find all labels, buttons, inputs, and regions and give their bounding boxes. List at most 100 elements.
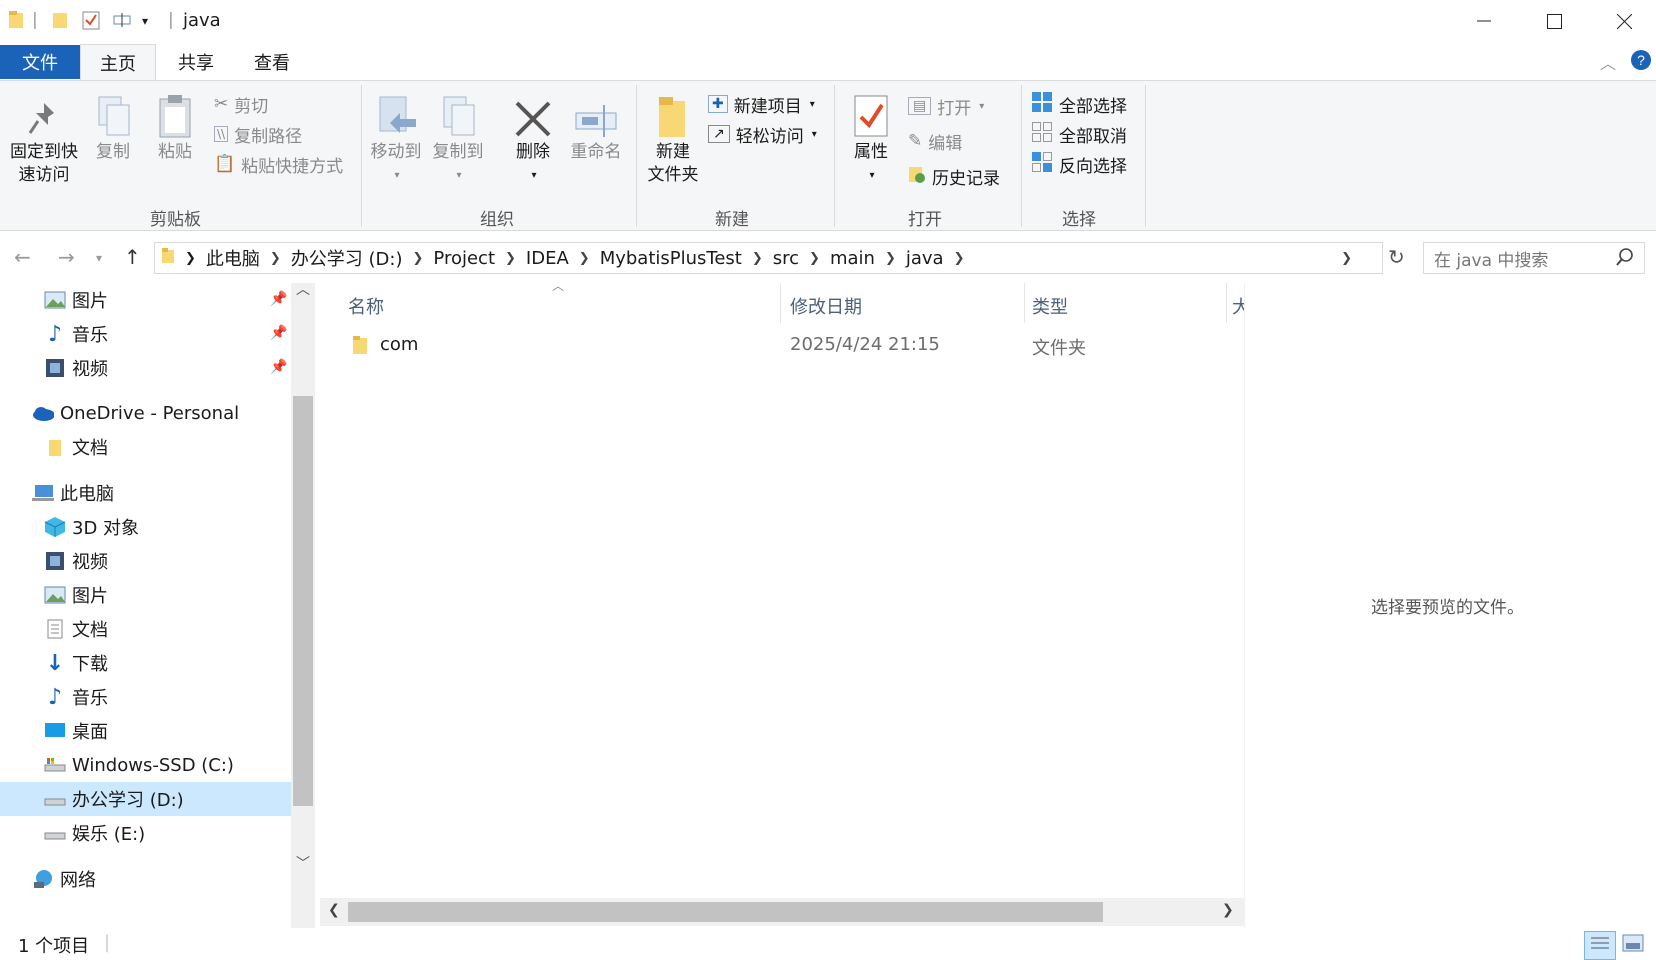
invert-selection-button[interactable]: 反向选择 xyxy=(1031,151,1127,177)
column-separator[interactable] xyxy=(780,283,781,323)
breadcrumb-item[interactable]: src ❯ xyxy=(773,248,830,269)
nav-item-drive-e[interactable]: 娱乐 (E:) xyxy=(44,816,145,850)
copy-button[interactable]: 复制 xyxy=(90,89,136,164)
copy-to-button[interactable]: 复制到 ▾ xyxy=(430,89,486,187)
nav-item-onedrive-documents[interactable]: 文档 xyxy=(44,430,108,464)
new-folder-button[interactable]: 新建 文件夹 xyxy=(642,89,704,187)
chevron-right-icon[interactable]: ❯ xyxy=(885,251,896,266)
chevron-right-icon[interactable]: ❯ xyxy=(809,251,820,266)
breadcrumb-item[interactable]: java ❯ xyxy=(906,248,975,269)
scroll-left-icon[interactable]: ❮ xyxy=(328,902,340,918)
pin-icon[interactable]: 📌 xyxy=(270,359,287,375)
music-icon: ♪ xyxy=(47,684,63,710)
table-row[interactable]: com 2025/4/24 21:15 文件夹 xyxy=(340,329,1220,363)
column-header-modified[interactable]: 修改日期 xyxy=(790,293,862,319)
delete-button[interactable]: 删除 ▾ xyxy=(506,89,560,187)
copy-path-button[interactable]: \\ 复制路径 xyxy=(214,121,302,147)
nav-item-video[interactable]: 视频 xyxy=(44,544,108,578)
breadcrumb-item[interactable]: 办公学习 (D:) ❯ xyxy=(291,245,434,271)
new-item-button[interactable]: ✚ 新建项目 ▾ xyxy=(708,91,815,117)
maximize-button[interactable] xyxy=(1519,0,1589,42)
edit-button[interactable]: ✎ 编辑 xyxy=(908,128,962,154)
breadcrumb-item[interactable]: IDEA ❯ xyxy=(526,248,600,269)
rename-button[interactable]: 重命名 xyxy=(566,89,626,164)
nav-item-documents[interactable]: 文档 xyxy=(44,612,108,646)
nav-item-music[interactable]: ♪ 音乐 xyxy=(44,317,108,351)
nav-item-music[interactable]: ♪ 音乐 xyxy=(44,680,108,714)
scroll-right-icon[interactable]: ❯ xyxy=(1222,902,1234,918)
easy-access-button[interactable]: ↗ 轻松访问 ▾ xyxy=(708,121,817,147)
column-separator[interactable] xyxy=(1226,283,1227,323)
column-header-name[interactable]: 名称 xyxy=(348,293,384,319)
breadcrumb-item[interactable]: MybatisPlusTest ❯ xyxy=(600,248,773,269)
breadcrumb-item[interactable]: 此电脑 ❯ xyxy=(206,245,291,271)
move-to-button[interactable]: 移动到 ▾ xyxy=(368,89,424,187)
nav-item-drive-d[interactable]: 办公学习 (D:) xyxy=(0,782,291,816)
tab-file[interactable]: 文件 xyxy=(0,45,80,79)
move-to-icon xyxy=(374,89,418,139)
pin-label-2: 速访问 xyxy=(18,165,70,185)
chevron-right-icon[interactable]: ❯ xyxy=(579,251,590,266)
rename-quick-icon[interactable] xyxy=(112,10,134,35)
nav-item-video[interactable]: 视频 xyxy=(44,351,108,385)
nav-item-onedrive[interactable]: OneDrive - Personal xyxy=(32,396,239,430)
chevron-right-icon[interactable]: ❯ xyxy=(954,251,965,266)
address-dropdown-icon[interactable]: ❯ xyxy=(1341,251,1352,266)
nav-item-downloads[interactable]: ↓ 下载 xyxy=(44,646,108,680)
horizontal-scrollbar-thumb[interactable] xyxy=(348,902,1103,922)
chevron-right-icon[interactable]: ❯ xyxy=(413,251,424,266)
breadcrumb-item[interactable]: Project ❯ xyxy=(433,248,526,269)
tab-view[interactable]: 查看 xyxy=(242,44,302,80)
back-arrow-icon[interactable]: ← xyxy=(14,245,31,269)
copy-to-icon xyxy=(436,89,480,139)
collapse-ribbon-icon[interactable]: ︿ xyxy=(1600,50,1616,74)
customize-quick-access-icon[interactable]: ▾ xyxy=(142,14,148,28)
tab-home[interactable]: 主页 xyxy=(80,44,156,81)
nav-item-pictures[interactable]: 图片 xyxy=(44,578,108,612)
select-all-button[interactable]: 全部选择 xyxy=(1031,91,1127,117)
pin-quick-access-button[interactable]: 固定到快 速访问 xyxy=(6,89,82,187)
select-none-button[interactable]: 全部取消 xyxy=(1031,121,1127,147)
nav-item-desktop[interactable]: 桌面 xyxy=(44,714,108,748)
column-separator[interactable] xyxy=(1024,283,1025,323)
column-header-type[interactable]: 类型 xyxy=(1032,293,1068,319)
chevron-right-icon[interactable]: ❯ xyxy=(505,251,516,266)
scroll-up-icon[interactable]: ︿ xyxy=(296,279,310,299)
address-bar[interactable]: ❯ 此电脑 ❯ 办公学习 (D:) ❯ Project ❯ IDEA ❯ MybatisPlus… xyxy=(154,242,1383,274)
up-arrow-icon[interactable]: ↑ xyxy=(124,245,141,269)
recent-locations-icon[interactable]: ▾ xyxy=(96,251,102,265)
chevron-right-icon[interactable]: ❯ xyxy=(752,251,763,266)
refresh-icon[interactable]: ↻ xyxy=(1388,245,1405,269)
forward-arrow-icon[interactable]: → xyxy=(58,245,75,269)
large-icons-view-icon[interactable] xyxy=(1622,933,1644,958)
nav-item-drive-c[interactable]: Windows-SSD (C:) xyxy=(44,748,234,782)
nav-item-this-pc[interactable]: 此电脑 xyxy=(32,476,114,510)
details-view-icon[interactable] xyxy=(1584,931,1616,960)
pin-icon[interactable]: 📌 xyxy=(270,291,287,307)
horizontal-scrollbar[interactable]: ❮ ❯ xyxy=(320,898,1244,926)
search-box[interactable]: 在 java 中搜索 xyxy=(1423,242,1645,274)
nav-scrollbar[interactable]: ︿ ﹀ xyxy=(291,282,315,928)
close-button[interactable] xyxy=(1589,0,1656,42)
breadcrumb-item[interactable]: main ❯ xyxy=(830,248,906,269)
paste-button[interactable]: 粘贴 xyxy=(152,89,198,164)
scroll-down-icon[interactable]: ﹀ xyxy=(296,853,310,873)
paste-shortcut-button[interactable]: 📋 粘贴快捷方式 xyxy=(214,151,343,177)
open-button[interactable]: ▤ 打开 ▾ xyxy=(908,93,984,119)
history-button[interactable]: 历史记录 xyxy=(908,163,1000,189)
minimize-button[interactable] xyxy=(1449,0,1519,42)
pin-icon[interactable]: 📌 xyxy=(270,325,287,341)
tab-share[interactable]: 共享 xyxy=(166,44,226,80)
properties-button[interactable]: 属性 ▾ xyxy=(846,89,896,187)
chevron-right-icon[interactable]: ❯ xyxy=(270,251,281,266)
nav-item-3d-objects[interactable]: 3D 对象 xyxy=(44,510,139,544)
nav-item-network[interactable]: 网络 xyxy=(32,862,96,896)
copy-label: 复制 xyxy=(96,142,130,162)
help-icon[interactable]: ? xyxy=(1630,49,1652,75)
column-header-size[interactable]: 大 xyxy=(1232,293,1244,319)
new-folder-quick-icon[interactable] xyxy=(52,10,68,35)
nav-item-pictures[interactable]: 图片 xyxy=(44,283,108,317)
cut-button[interactable]: ✂ 剪切 xyxy=(214,91,268,117)
properties-quick-icon[interactable] xyxy=(82,10,100,35)
nav-scrollbar-thumb[interactable] xyxy=(293,396,313,806)
